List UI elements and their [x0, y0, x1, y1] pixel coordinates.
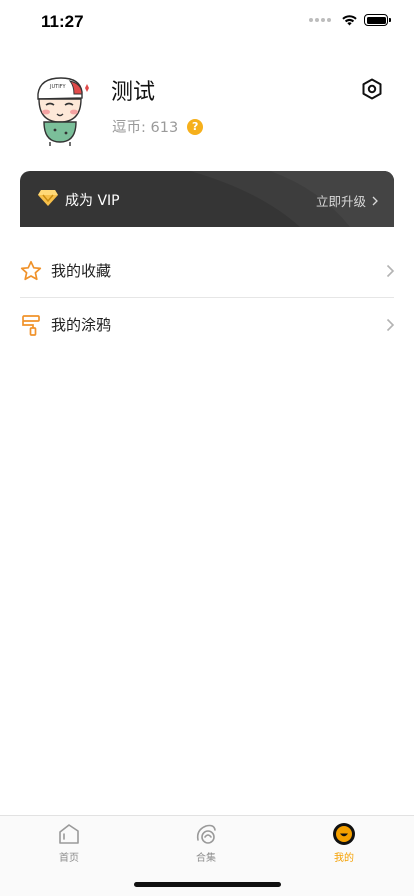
paint-roller-icon [22, 314, 40, 336]
home-indicator [134, 882, 281, 887]
menu-item-doodles[interactable]: 我的涂鸦 [0, 298, 414, 351]
tab-home[interactable]: 首页 [29, 822, 109, 864]
star-icon [20, 260, 42, 280]
coins-label: 逗币: 613 [112, 120, 179, 136]
upgrade-label: 立即升级 [315, 194, 366, 209]
tab-label: 首页 [59, 853, 79, 864]
battery-icon [364, 14, 391, 26]
profile-header: JUTIFY 测试 逗币: 613 ? [0, 62, 414, 152]
settings-icon[interactable] [361, 78, 383, 100]
vip-title: 成为 VIP [65, 193, 120, 209]
tab-label: 合集 [196, 853, 216, 864]
diamond-icon [38, 190, 58, 206]
avatar[interactable]: JUTIFY [30, 72, 92, 146]
chevron-right-icon [386, 318, 395, 331]
tab-profile[interactable]: 我的 [304, 822, 384, 864]
status-time: 11:27 [41, 12, 84, 31]
svg-text:JUTIFY: JUTIFY [49, 84, 67, 90]
tab-label: 我的 [334, 853, 354, 864]
profile-smiley-icon [333, 823, 355, 845]
menu-item-label: 我的收藏 [51, 262, 112, 280]
vip-banner[interactable]: 成为 VIP 立即升级 [20, 171, 394, 227]
chevron-right-icon [372, 196, 378, 205]
status-icons [309, 14, 391, 26]
wifi-icon [342, 15, 357, 26]
chevron-right-icon [386, 264, 395, 277]
username: 测试 [111, 80, 156, 105]
upgrade-button[interactable]: 立即升级 [316, 191, 378, 210]
home-icon [59, 824, 79, 844]
coins-balance: 逗币: 613 ? [112, 116, 204, 137]
collection-icon [196, 824, 216, 844]
tab-collection[interactable]: 合集 [166, 822, 246, 864]
menu-item-favorites[interactable]: 我的收藏 [0, 244, 414, 297]
menu-item-label: 我的涂鸦 [51, 316, 112, 334]
help-icon[interactable]: ? [187, 118, 204, 135]
status-bar: 11:27 [0, 0, 414, 44]
cellular-signal-icon [309, 18, 331, 22]
menu-list: 我的收藏 我的涂鸦 [0, 244, 414, 351]
